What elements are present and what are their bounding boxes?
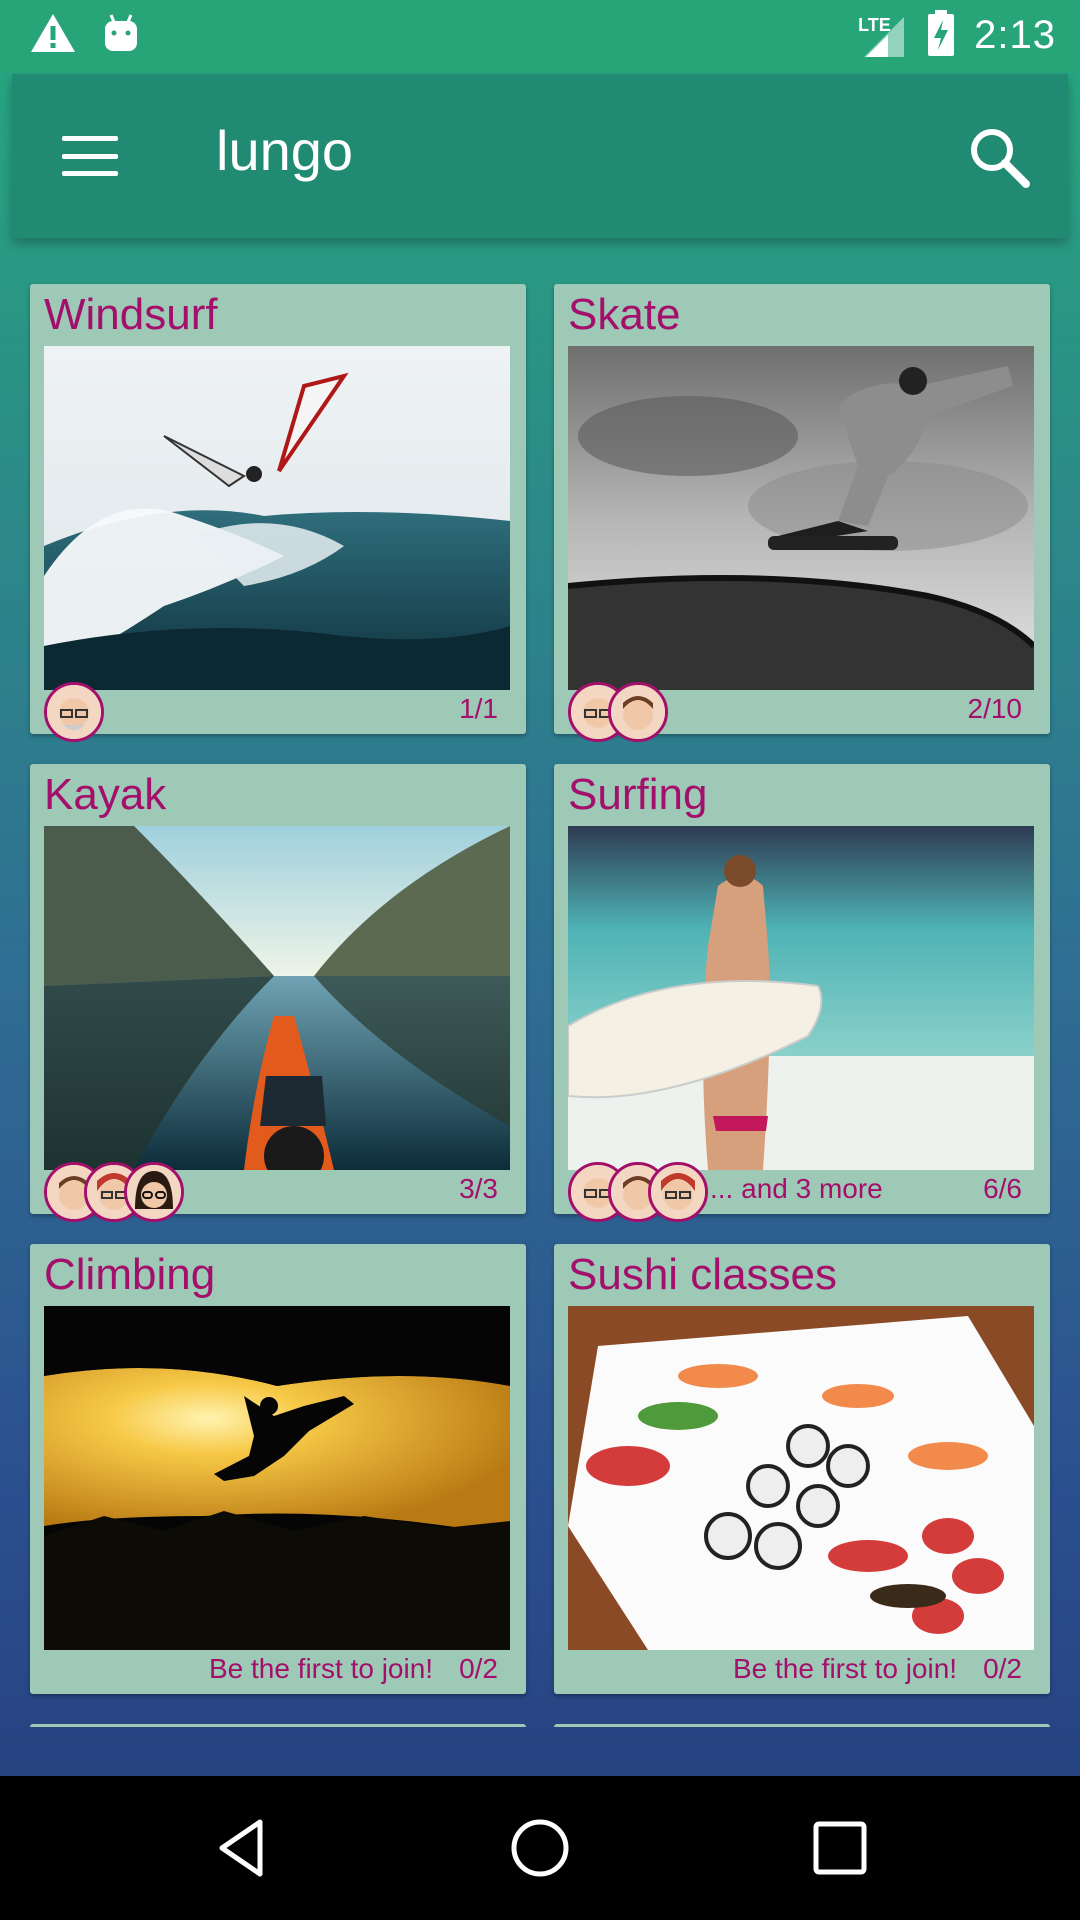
activity-card-sushi-classes[interactable]: Sushi classes Be the first to join! 0/2 — [554, 1244, 1050, 1694]
card-title: Surfing — [568, 770, 708, 819]
participant-avatars — [44, 1162, 184, 1222]
activity-card-kayak[interactable]: Kayak 3/3 — [30, 764, 526, 1222]
app-bar: lungo — [12, 74, 1068, 238]
avatar — [648, 1162, 708, 1222]
partial-card — [30, 1724, 526, 1764]
avatar — [124, 1162, 184, 1222]
card-footer: Be the first to join! 0/2 — [568, 1644, 1022, 1694]
participant-count: 0/2 — [459, 1653, 498, 1684]
card-footer: 3/3 — [44, 1162, 498, 1222]
home-icon[interactable] — [504, 1812, 576, 1884]
card-footer: ... and 3 more 6/6 — [568, 1162, 1022, 1222]
battery-charging-icon — [926, 8, 956, 63]
windsurf-image — [44, 346, 510, 690]
card-title: Kayak — [44, 770, 167, 819]
recents-icon[interactable] — [804, 1812, 876, 1884]
avatar — [608, 682, 668, 742]
kayak-image — [44, 826, 510, 1170]
participant-count: 2/10 — [967, 693, 1023, 724]
participant-count: 6/6 — [983, 1173, 1022, 1204]
signal-icon: LTE — [854, 11, 908, 61]
android-icon — [102, 13, 140, 58]
activity-card-skate[interactable]: Skate 2/10 — [554, 284, 1050, 742]
participant-count: 0/2 — [983, 1653, 1022, 1684]
skate-image — [568, 346, 1034, 690]
card-footer: 1/1 — [44, 682, 498, 742]
surfing-image — [568, 826, 1034, 1170]
participant-avatars — [44, 682, 104, 742]
search-icon[interactable] — [960, 118, 1040, 198]
card-title: Climbing — [44, 1250, 216, 1299]
card-title: Windsurf — [44, 290, 218, 339]
climbing-image — [44, 1306, 510, 1650]
status-bar: LTE 2:13 — [0, 0, 1080, 72]
participant-count: 3/3 — [459, 1173, 498, 1204]
participant-avatars — [568, 682, 668, 742]
warning-icon — [30, 12, 76, 59]
menu-icon[interactable] — [56, 126, 124, 186]
card-footer: Be the first to join! 0/2 — [44, 1644, 498, 1694]
activity-grid: Windsurf 1/1 Skate 2/10 Kayak 3/3 Surfin… — [30, 284, 1050, 1694]
join-prompt[interactable]: Be the first to join! — [733, 1653, 957, 1685]
page-title: lungo — [216, 119, 354, 182]
navigation-bar — [0, 1776, 1080, 1920]
avatar — [44, 682, 104, 742]
more-participants: ... and 3 more — [710, 1173, 883, 1204]
activity-card-climbing[interactable]: Climbing Be the first to join! 0/2 — [30, 1244, 526, 1694]
partial-card — [554, 1724, 1050, 1764]
card-footer: 2/10 — [568, 682, 1023, 742]
activity-card-surfing[interactable]: Surfing ... and 3 more 6/6 — [554, 764, 1050, 1222]
card-title: Sushi classes — [568, 1250, 838, 1299]
status-time: 2:13 — [974, 13, 1056, 57]
join-prompt[interactable]: Be the first to join! — [209, 1653, 433, 1685]
back-icon[interactable] — [206, 1812, 278, 1884]
participant-avatars — [568, 1162, 708, 1222]
sushi-image — [568, 1306, 1034, 1650]
card-title: Skate — [568, 290, 681, 339]
participant-count: 1/1 — [459, 693, 498, 724]
activity-card-windsurf[interactable]: Windsurf 1/1 — [30, 284, 526, 742]
